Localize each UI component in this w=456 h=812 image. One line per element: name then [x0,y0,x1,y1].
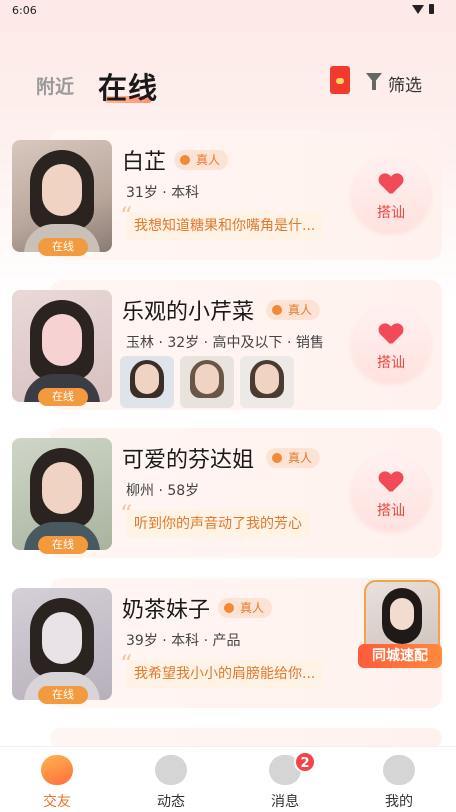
city-match-label: 同城速配 [358,644,442,668]
verified-badge: 真人 [174,150,229,170]
user-quote: “ 听到你的声音动了我的芳心 [120,500,310,538]
quote-icon: “ [120,500,133,528]
red-packet-icon[interactable] [330,66,350,94]
user-name: 奶茶妹子 [122,598,211,623]
bottom-tab-bar: 交友 动态 2 消息 我的 [0,746,456,812]
quote-icon: “ [120,650,133,678]
heart-icon [379,472,403,494]
online-badge: 在线 [38,686,88,704]
user-quote-text: 听到你的声音动了我的芳心 [134,516,302,532]
avatar[interactable] [12,588,112,700]
user-info: 玉林 · 32岁 · 高中及以下 · 销售 [126,335,324,351]
user-card[interactable]: 在线 乐观的小芹菜 真人 玉林 · 32岁 · 高中及以下 · 销售 搭讪 [8,280,442,410]
tab-nearby[interactable]: 附近 [36,72,74,99]
tab-messages[interactable]: 2 消息 [228,747,342,812]
avatar[interactable] [12,290,112,402]
photo-thumbnail[interactable] [120,356,174,408]
user-name: 白芷 [122,150,167,175]
user-card[interactable]: 在线 白芷 真人 31岁 · 本科 “ 我想知道糖果和你嘴角是什... 搭讪 [8,130,442,260]
tab-moments[interactable]: 动态 [114,747,228,812]
online-badge: 在线 [38,388,88,406]
verified-badge: 真人 [266,300,321,320]
greet-label: 搭讪 [377,355,405,371]
user-info: 31岁 · 本科 [126,185,200,201]
user-name: 乐观的小芹菜 [122,300,255,325]
status-icons [412,4,442,16]
user-quote-text: 我希望我小小的肩膀能给你... [134,666,316,682]
user-info: 柳州 · 58岁 [126,483,200,499]
unread-badge: 2 [294,751,316,773]
photo-thumbnail[interactable] [180,356,234,408]
user-quote-text: 我想知道糖果和你嘴角是什... [134,218,316,234]
tab-label: 交友 [43,794,71,810]
online-badge: 在线 [38,536,88,554]
user-quote: “ 我希望我小小的肩膀能给你... [120,650,324,688]
header: 附近 在线 筛选 [0,60,456,110]
greet-label: 搭讪 [377,205,405,221]
filter-label: 筛选 [388,76,422,96]
user-card[interactable]: 在线 奶茶妹子 真人 39岁 · 本科 · 产品 “ 我希望我小小的肩膀能给你.… [8,578,442,708]
city-match-button[interactable]: 同城速配 [358,580,442,672]
tab-label: 消息 [271,794,299,810]
heart-icon [379,324,403,346]
greet-button[interactable]: 搭讪 [352,158,430,232]
status-time: 6:06 [12,4,37,17]
user-name: 可爱的芬达姐 [122,448,255,473]
quote-icon: “ [120,202,133,230]
card-background [50,728,442,748]
greet-label: 搭讪 [377,503,405,519]
greet-button[interactable]: 搭讪 [352,456,430,530]
verified-badge: 真人 [218,598,273,618]
filter-icon [366,73,382,90]
tab-label: 动态 [157,794,185,810]
tab-online[interactable]: 在线 [98,65,158,107]
friends-icon [41,755,73,785]
tab-friends[interactable]: 交友 [0,747,114,812]
user-card-partial [8,728,442,748]
tab-profile[interactable]: 我的 [342,747,456,812]
heart-icon [379,174,403,196]
avatar[interactable] [12,140,112,252]
greet-button[interactable]: 搭讪 [352,308,430,382]
tab-label: 我的 [385,794,413,810]
verified-badge: 真人 [266,448,321,468]
user-card[interactable]: 在线 可爱的芬达姐 真人 柳州 · 58岁 “ 听到你的声音动了我的芳心 搭讪 [8,428,442,558]
wifi-icon [412,5,424,14]
profile-icon [383,755,415,785]
user-info: 39岁 · 本科 · 产品 [126,633,241,649]
photo-thumbnail[interactable] [240,356,294,408]
compass-icon [155,755,187,785]
battery-icon [429,4,434,14]
avatar[interactable] [12,438,112,550]
online-badge: 在线 [38,238,88,256]
status-bar: 6:06 [0,0,456,22]
user-quote: “ 我想知道糖果和你嘴角是什... [120,202,324,240]
